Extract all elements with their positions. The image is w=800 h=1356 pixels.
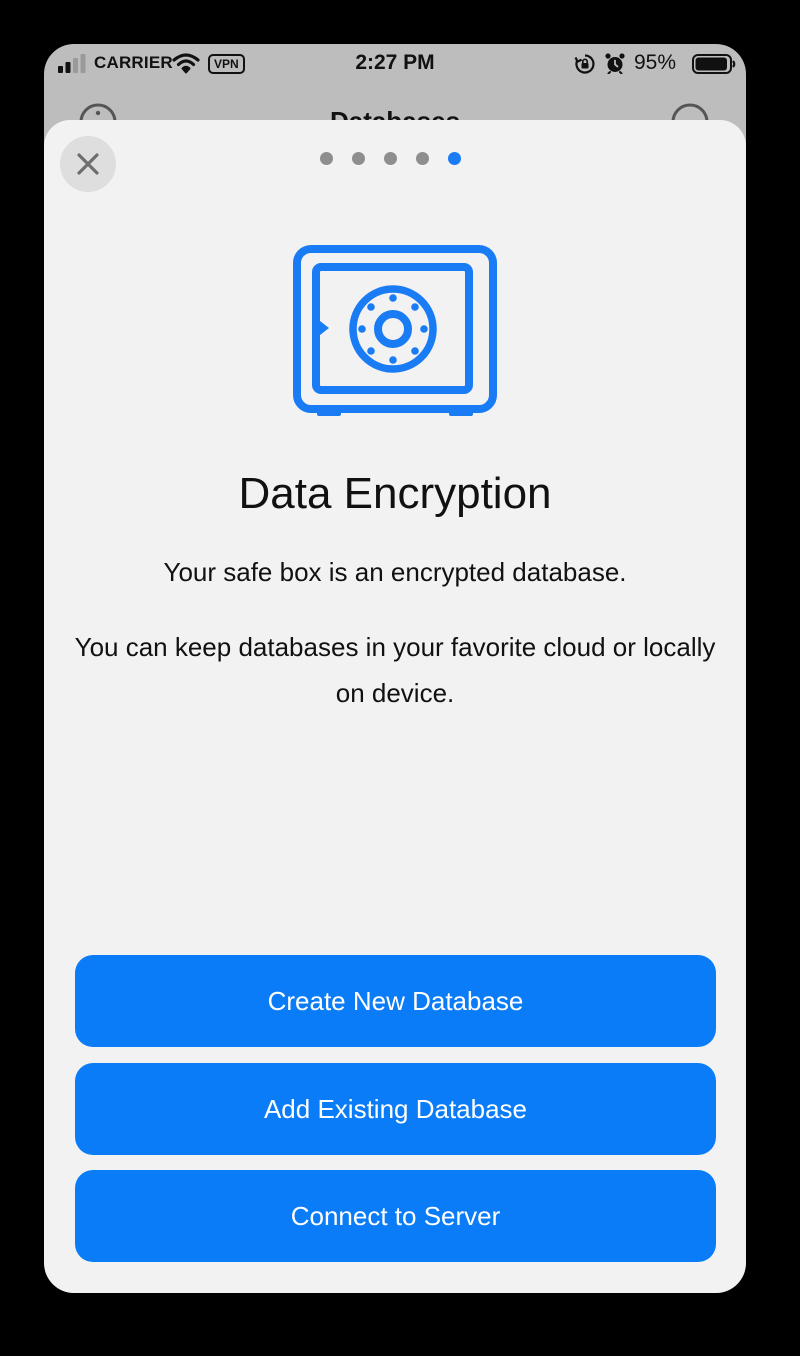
connect-to-server-button[interactable]: Connect to Server: [75, 1170, 716, 1262]
onboarding-sheet: Data Encryption Your safe box is an encr…: [44, 120, 746, 1293]
onboarding-heading: Data Encryption: [238, 469, 552, 518]
page-dot[interactable]: [320, 152, 333, 165]
status-bar: CARRIER VPN 2:27 PM 95%: [44, 44, 746, 84]
create-new-database-button[interactable]: Create New Database: [75, 955, 716, 1047]
page-indicator[interactable]: [320, 152, 461, 165]
battery-icon: [692, 54, 736, 74]
rotation-lock-icon: [574, 54, 595, 74]
onboarding-description: Your safe box is an encrypted database.: [163, 557, 627, 587]
close-button[interactable]: [60, 136, 116, 192]
onboarding-description-secondary: You can keep databases in your favorite …: [74, 632, 716, 708]
page-dot[interactable]: [352, 152, 365, 165]
battery-percent: 95%: [634, 51, 677, 74]
page-dot[interactable]: [416, 152, 429, 165]
page-dot-current[interactable]: [448, 152, 461, 165]
page-dot[interactable]: [384, 152, 397, 165]
close-icon: [77, 153, 99, 175]
alarm-icon: [605, 53, 625, 74]
safe-box-icon: [293, 245, 497, 416]
phone-screen: CARRIER VPN 2:27 PM 95% Data Encryption …: [44, 44, 746, 1293]
add-existing-database-button[interactable]: Add Existing Database: [75, 1063, 716, 1155]
